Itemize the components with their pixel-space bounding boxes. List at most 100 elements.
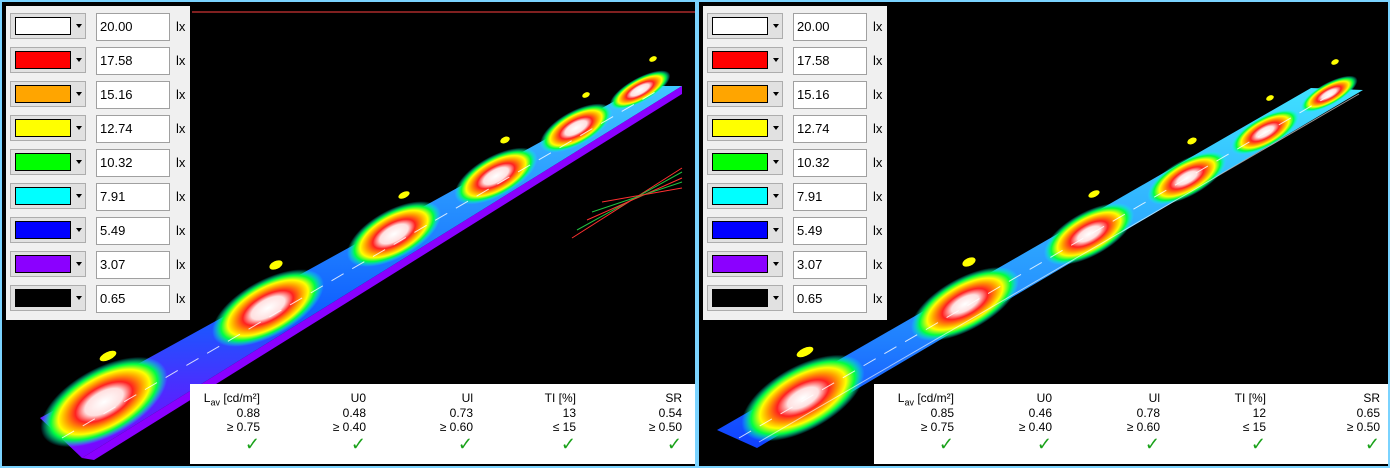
sr-value: 0.65 [1356,406,1380,420]
legend-row: 10.32 lx [6,146,190,180]
color-swatch [15,153,71,171]
level-value-input[interactable]: 5.49 [96,217,170,245]
u0-limit: ≥ 0.40 [332,420,366,434]
color-dropdown[interactable] [707,47,783,73]
sr-value: 0.54 [658,406,682,420]
color-swatch [712,221,768,239]
color-swatch [15,187,71,205]
level-value-input[interactable]: 0.65 [793,285,867,313]
unit-label: lx [176,19,186,34]
legend-row: 5.49 lx [6,214,190,248]
chevron-down-icon [76,58,82,62]
level-value-input[interactable]: 12.74 [96,115,170,143]
level-value-input[interactable]: 15.16 [96,81,170,109]
legend-row: 12.74 lx [6,112,190,146]
color-swatch [15,51,71,69]
sr-limit: ≥ 0.50 [1346,420,1380,434]
lav-header: Lav [cd/m²] [203,391,260,408]
legend-row: 0.65 lx [703,282,887,316]
color-dropdown[interactable] [707,115,783,141]
color-dropdown[interactable] [10,285,86,311]
level-value-input[interactable]: 3.07 [96,251,170,279]
luminaire [1187,137,1197,145]
legend-row: 0.65 lx [6,282,190,316]
color-dropdown[interactable] [10,251,86,277]
luminaire [398,191,410,199]
legend-row: 7.91 lx [703,180,887,214]
color-swatch [15,119,71,137]
color-dropdown[interactable] [10,115,86,141]
u0-header: U0 [350,391,366,405]
chevron-down-icon [773,262,779,266]
level-value-input[interactable]: 17.58 [793,47,867,75]
chevron-down-icon [773,58,779,62]
ul-column: Ul 0.78 ≥ 0.60 ✓ [1060,390,1160,454]
level-value-input[interactable]: 3.07 [793,251,867,279]
color-swatch [712,187,768,205]
color-dropdown[interactable] [10,47,86,73]
ti-limit: ≤ 15 [1242,420,1266,434]
luminaire [1088,190,1100,198]
unit-label: lx [176,87,186,102]
color-dropdown[interactable] [707,183,783,209]
color-dropdown[interactable] [10,217,86,243]
legend-row: 17.58 lx [703,44,887,78]
level-value-input[interactable]: 10.32 [793,149,867,177]
level-value-input[interactable]: 7.91 [96,183,170,211]
color-dropdown[interactable] [707,217,783,243]
legend-row: 3.07 lx [703,248,887,282]
level-value-input[interactable]: 7.91 [793,183,867,211]
color-swatch [712,119,768,137]
color-dropdown[interactable] [10,183,86,209]
level-value-input[interactable]: 0.65 [96,285,170,313]
level-value-input[interactable]: 10.32 [96,149,170,177]
chevron-down-icon [76,262,82,266]
results-table: Lav [cd/m²] 0.88 ≥ 0.75 ✓ U0 0.48 ≥ 0.40… [190,384,695,464]
ti-value: 13 [562,406,576,420]
unit-label: lx [176,257,186,272]
check-icon: ✓ [244,434,260,454]
color-swatch [712,153,768,171]
color-dropdown[interactable] [707,285,783,311]
luminaire [649,56,657,62]
color-swatch [15,255,71,273]
unit-label: lx [176,155,186,170]
lav-limit: ≥ 0.75 [226,420,260,434]
color-swatch [15,85,71,103]
check-icon: ✓ [457,434,473,454]
color-dropdown[interactable] [707,13,783,39]
level-value-input[interactable]: 15.16 [793,81,867,109]
color-dropdown[interactable] [707,149,783,175]
check-icon: ✓ [1144,434,1160,454]
sr-header: SR [665,391,682,405]
sr-column: SR 0.65 ≥ 0.50 ✓ [1280,390,1380,454]
color-dropdown[interactable] [10,13,86,39]
luminaire [582,92,590,98]
level-value-input[interactable]: 12.74 [793,115,867,143]
legend-row: 10.32 lx [703,146,887,180]
legend-row: 12.74 lx [703,112,887,146]
luminaire [796,346,814,358]
level-value-input[interactable]: 20.00 [793,13,867,41]
chevron-down-icon [773,194,779,198]
color-dropdown[interactable] [10,149,86,175]
lav-column: Lav [cd/m²] 0.88 ≥ 0.75 ✓ [160,390,260,454]
ti-value: 12 [1252,406,1266,420]
ul-value: 0.73 [449,406,473,420]
unit-label: lx [873,189,883,204]
color-dropdown[interactable] [707,251,783,277]
results-table: Lav [cd/m²] 0.85 ≥ 0.75 ✓ U0 0.46 ≥ 0.40… [874,384,1388,464]
color-dropdown[interactable] [10,81,86,107]
chevron-down-icon [773,24,779,28]
color-dropdown[interactable] [707,81,783,107]
level-value-input[interactable]: 5.49 [793,217,867,245]
ul-limit: ≥ 0.60 [1126,420,1160,434]
unit-label: lx [176,53,186,68]
check-icon: ✓ [1250,434,1266,454]
level-value-input[interactable]: 20.00 [96,13,170,41]
lav-value: 0.85 [930,406,954,420]
unit-label: lx [873,291,883,306]
ti-header: TI [%] [544,391,576,405]
level-value-input[interactable]: 17.58 [96,47,170,75]
u0-column: U0 0.46 ≥ 0.40 ✓ [952,390,1052,454]
